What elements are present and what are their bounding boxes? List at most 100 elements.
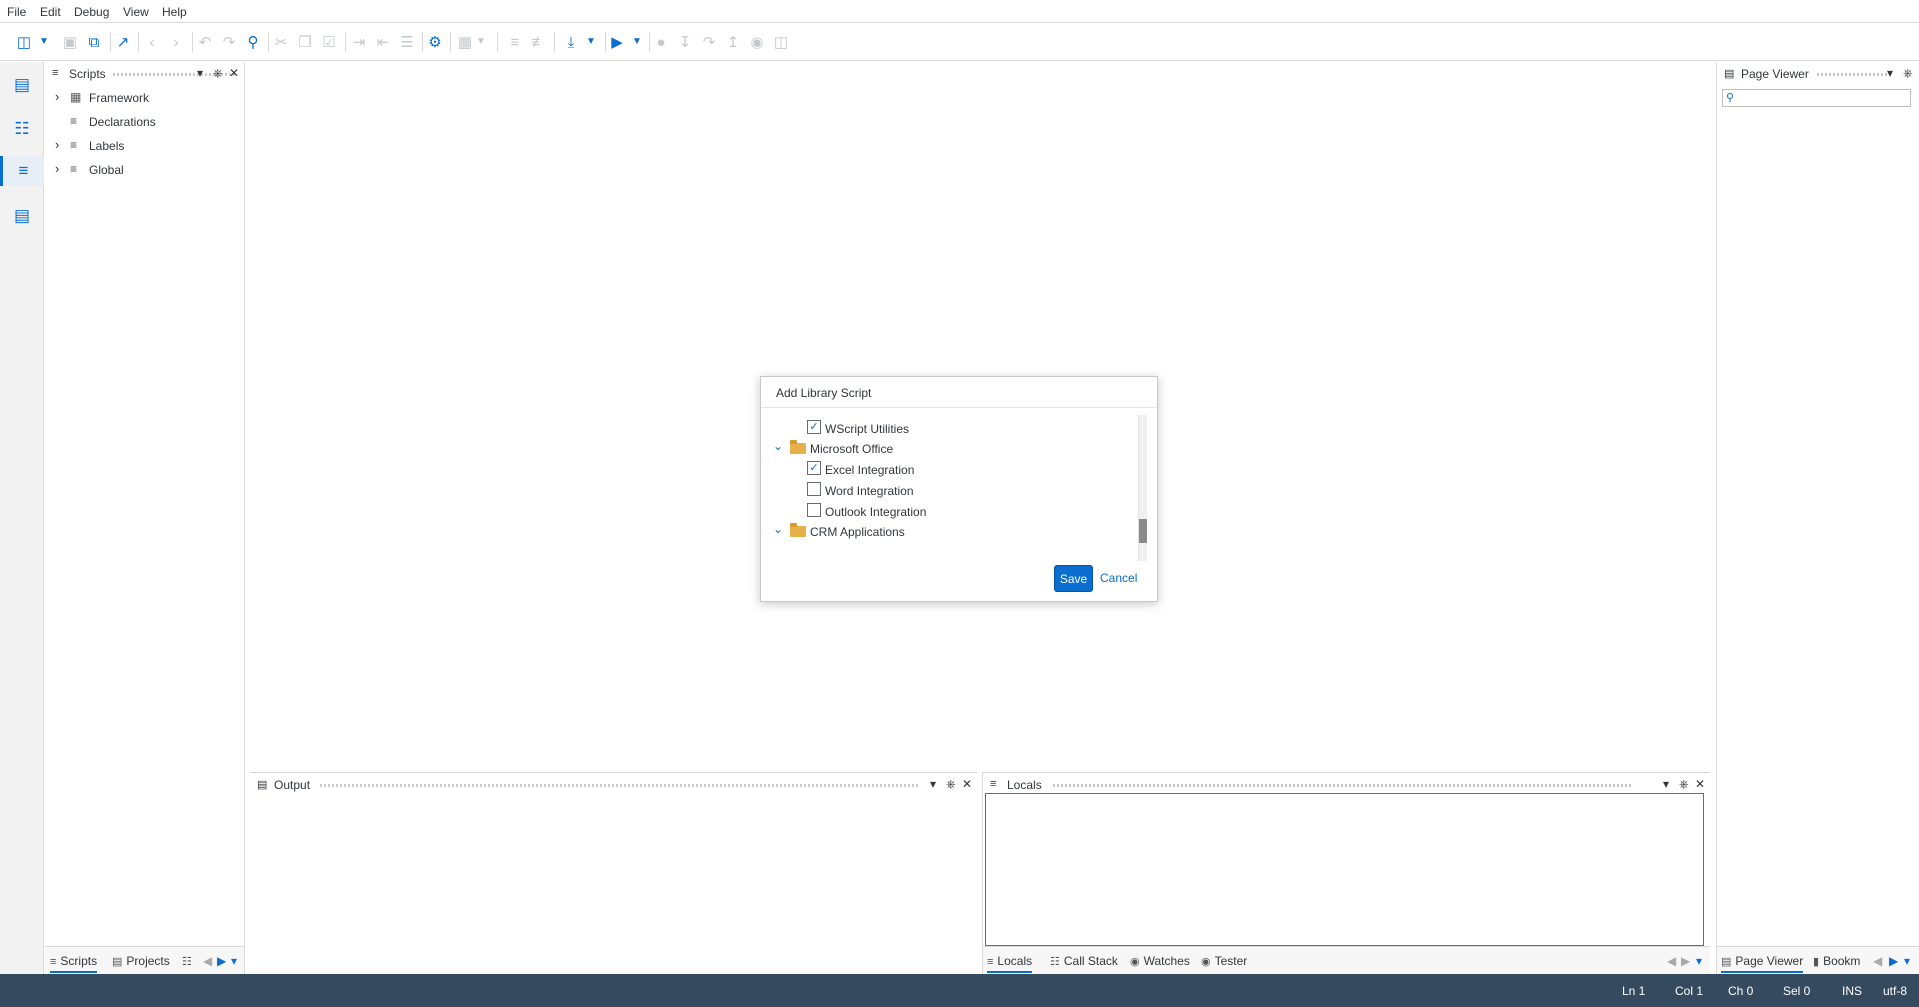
tab-label: Watches — [1143, 954, 1190, 968]
pin-icon[interactable]: ⎈ — [946, 777, 956, 792]
tab-tester[interactable]: ◉ Tester — [1201, 947, 1247, 973]
run-icon[interactable]: ▶ — [607, 32, 627, 52]
tab-watches[interactable]: ◉ Watches — [1130, 947, 1190, 973]
panel-grip[interactable] — [320, 784, 920, 787]
close-icon[interactable]: ✕ — [962, 777, 972, 791]
folder-row[interactable]: ⌄ CRM Applications — [761, 518, 1143, 542]
find-icon[interactable]: ⚲ — [243, 32, 263, 52]
deploy-icon[interactable]: ⤓ — [561, 32, 581, 52]
menu-edit[interactable]: Edit — [40, 5, 61, 19]
tab-prev-icon[interactable]: ◀ — [1873, 947, 1882, 973]
breakpoint-icon[interactable]: ● — [651, 32, 671, 52]
tab-page-viewer[interactable]: ▤ Page Viewer — [1721, 947, 1804, 973]
tab-scripts[interactable]: ≡ Scripts — [50, 947, 98, 973]
pin-icon[interactable]: ⎈ — [213, 66, 223, 81]
cut-icon[interactable]: ✂ — [271, 32, 291, 52]
tab-overflow[interactable]: ☷ — [182, 947, 196, 973]
checkbox-word-integration[interactable] — [807, 482, 821, 496]
chevron-down-icon[interactable]: ⌄ — [773, 439, 783, 453]
list-item-label: Excel Integration — [825, 463, 915, 477]
folder-icon — [790, 440, 806, 454]
tree-item-label: Framework — [89, 91, 150, 105]
tab-list-icon[interactable]: ▾ — [1904, 947, 1910, 973]
panel-menu-icon[interactable]: ▾ — [197, 66, 203, 80]
pin-icon[interactable]: ⎈ — [1679, 777, 1689, 792]
tab-list-icon[interactable]: ▾ — [231, 947, 237, 973]
tab-prev-icon[interactable]: ◀ — [203, 947, 212, 973]
copy-icon[interactable]: ❐ — [295, 32, 315, 52]
save-all-icon[interactable]: ⧉ — [84, 32, 104, 52]
format-icon[interactable]: ☰ — [397, 32, 417, 52]
outdent-icon[interactable]: ⇤ — [373, 32, 393, 52]
checkbox-excel-integration[interactable]: ✓ — [807, 461, 821, 475]
step-out-icon[interactable]: ↥ — [723, 32, 743, 52]
pin-icon[interactable]: ⎈ — [1903, 66, 1913, 81]
new-script-icon[interactable]: ◫ — [14, 32, 34, 52]
menu-file[interactable]: File — [7, 5, 26, 19]
toggle-icon[interactable]: ◫ — [771, 32, 791, 52]
close-icon[interactable]: ✕ — [229, 66, 239, 80]
tab-next-icon[interactable]: ▶ — [1681, 947, 1690, 973]
chevron-right-icon[interactable]: › — [55, 161, 59, 176]
checkbox-wscript-utilities[interactable]: ✓ — [807, 420, 821, 434]
panel-grip[interactable] — [1053, 784, 1633, 787]
chevron-down-icon[interactable]: ⌄ — [773, 522, 783, 536]
projects-icon[interactable]: ☷ — [7, 114, 37, 144]
menu-view[interactable]: View — [123, 5, 149, 19]
tree-item-labels[interactable]: › ≡ Labels — [45, 134, 244, 158]
indent-icon[interactable]: ⇥ — [349, 32, 369, 52]
tab-projects[interactable]: ▤ Projects — [112, 947, 170, 973]
chevron-right-icon[interactable]: › — [55, 89, 59, 104]
document-icon[interactable]: ▤ — [7, 201, 37, 231]
chevron-right-icon[interactable]: › — [55, 137, 59, 152]
scripts-panel: ≡ Scripts ▾ ⎈ ✕ › ▦ Framework ≡ Declarat… — [45, 62, 245, 974]
deploy-dropdown-icon[interactable]: ▼ — [585, 32, 597, 52]
menu-help[interactable]: Help — [162, 5, 187, 19]
tab-next-icon[interactable]: ▶ — [1889, 947, 1898, 973]
settings-icon[interactable]: ⚙ — [425, 32, 445, 52]
tree-item-declarations[interactable]: ≡ Declarations — [45, 110, 244, 134]
uncomment-icon[interactable]: ≢ — [529, 32, 549, 52]
locals-content[interactable] — [985, 793, 1704, 946]
export-icon[interactable]: ↗ — [113, 32, 133, 52]
panel-menu-icon[interactable]: ▾ — [1663, 777, 1669, 791]
step-over-icon[interactable]: ↷ — [699, 32, 719, 52]
cancel-button[interactable]: Cancel — [1100, 571, 1137, 585]
tab-bookmarks[interactable]: ▮ Bookm — [1813, 947, 1860, 973]
panel-menu-icon[interactable]: ▾ — [930, 777, 936, 791]
undo-icon[interactable]: ↶ — [195, 32, 215, 52]
panel-grip[interactable] — [1817, 73, 1889, 76]
comment-icon[interactable]: ≡ — [505, 32, 525, 52]
save-button[interactable]: Save — [1054, 565, 1093, 592]
tab-locals[interactable]: ≡ Locals — [987, 947, 1033, 973]
forward-icon[interactable]: › — [166, 32, 186, 52]
new-dropdown-icon[interactable]: ▼ — [38, 32, 50, 52]
tab-list-icon[interactable]: ▾ — [1696, 947, 1702, 973]
page-viewer-search[interactable]: ⚲ — [1722, 89, 1911, 107]
library-list[interactable]: ✓ WScript Utilities ⌄ Microsoft Office ✓… — [761, 415, 1143, 561]
breakpoints-dropdown-icon[interactable]: ▼ — [475, 32, 487, 52]
scrollbar-thumb[interactable] — [1139, 519, 1147, 543]
tree-item-framework[interactable]: › ▦ Framework — [45, 86, 244, 110]
save-icon[interactable]: ▣ — [60, 32, 80, 52]
tab-label: Call Stack — [1063, 954, 1118, 968]
panel-menu-icon[interactable]: ▾ — [1887, 66, 1893, 80]
run-dropdown-icon[interactable]: ▼ — [631, 32, 643, 52]
tab-label: Scripts — [60, 954, 98, 968]
tab-prev-icon[interactable]: ◀ — [1667, 947, 1676, 973]
breakpoints-icon[interactable]: ▦ — [455, 32, 475, 52]
close-icon[interactable]: ✕ — [1695, 777, 1705, 791]
menu-debug[interactable]: Debug — [74, 5, 109, 19]
tab-call-stack[interactable]: ☷ Call Stack — [1050, 947, 1118, 973]
stop-icon[interactable]: ◉ — [747, 32, 767, 52]
checkbox-outlook-integration[interactable] — [807, 503, 821, 517]
back-icon[interactable]: ‹ — [142, 32, 162, 52]
tree-item-label: Labels — [89, 139, 125, 153]
redo-icon[interactable]: ↷ — [219, 32, 239, 52]
tree-item-global[interactable]: › ≡ Global — [45, 158, 244, 182]
pages-icon[interactable]: ▤ — [7, 70, 37, 100]
scripts-icon[interactable]: ≡ — [0, 156, 44, 186]
paste-icon[interactable]: ☑ — [319, 32, 339, 52]
step-into-icon[interactable]: ↧ — [675, 32, 695, 52]
tab-next-icon[interactable]: ▶ — [217, 947, 226, 973]
